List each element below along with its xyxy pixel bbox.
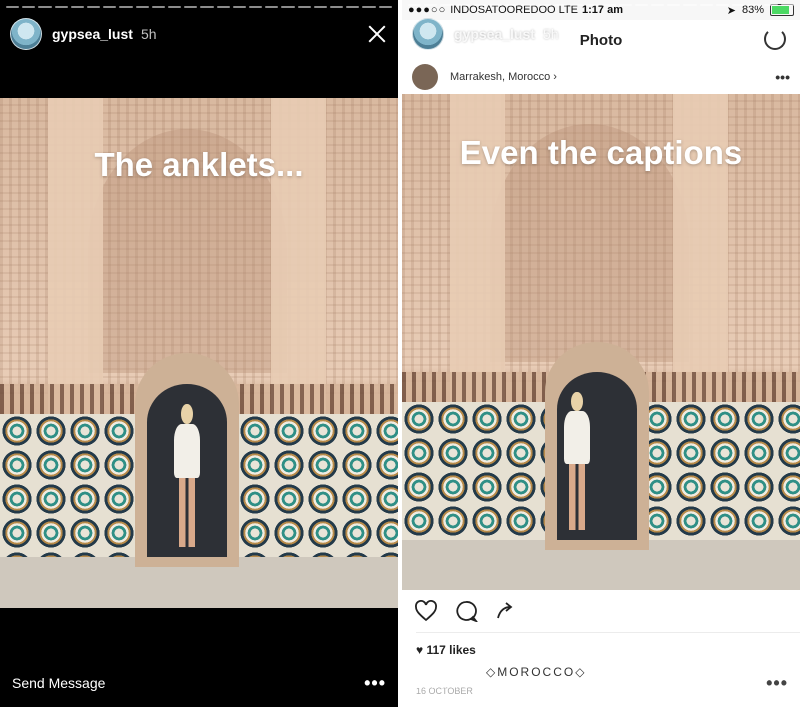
separator — [416, 632, 800, 633]
progress-segment — [70, 6, 85, 8]
progress-segment — [715, 4, 730, 6]
story-progress-bar — [408, 4, 794, 6]
post-photo[interactable]: Even the captions — [402, 94, 800, 590]
progress-segment — [667, 4, 681, 6]
status-bar: ●●●○○ INDOSATOOREDOO LTE 1:17 am ➤ 83% — [402, 0, 800, 20]
progress-segment — [6, 6, 20, 8]
send-message-button[interactable]: Send Message — [12, 675, 105, 691]
more-options-icon[interactable]: ••• — [766, 673, 788, 694]
progress-segment — [216, 6, 230, 8]
story-username[interactable]: gypsea_lust — [52, 26, 133, 42]
story-photo[interactable]: The anklets... — [0, 98, 398, 608]
progress-segment — [87, 6, 101, 8]
post-location-row: Marrakesh, Morocco › ••• — [412, 62, 790, 92]
progress-segment — [168, 6, 182, 8]
progress-segment — [489, 4, 503, 6]
story-panel-left: gypsea_lust 5h The anklets... Send Messa… — [0, 0, 398, 707]
progress-segment — [748, 4, 762, 6]
story-header: gypsea_lust 5h — [10, 18, 388, 50]
story-caption: Even the captions — [459, 134, 743, 171]
progress-segment — [330, 6, 344, 8]
progress-segment — [378, 6, 392, 8]
progress-segment — [456, 4, 470, 6]
avatar[interactable] — [412, 64, 438, 90]
progress-segment — [537, 4, 551, 6]
progress-segment — [634, 4, 649, 6]
progress-segment — [472, 4, 487, 6]
progress-segment — [184, 6, 198, 8]
post-actions — [414, 600, 518, 622]
share-icon[interactable] — [494, 600, 518, 622]
send-message-bar: Send Message ••• — [12, 673, 386, 693]
progress-segment — [346, 6, 360, 8]
story-username[interactable]: gypsea_lust — [454, 26, 535, 42]
send-message-button[interactable]: Send Message — [414, 675, 507, 691]
progress-segment — [103, 6, 117, 8]
progress-segment — [22, 6, 36, 8]
story-time: 5h — [140, 26, 157, 42]
progress-segment — [505, 4, 519, 6]
progress-segment — [119, 6, 133, 8]
story-header-overlay: gypsea_lust 5h — [412, 18, 790, 50]
progress-segment — [281, 6, 295, 8]
progress-segment — [651, 4, 665, 6]
post-more-icon[interactable]: ••• — [775, 69, 790, 85]
location-link[interactable]: Marrakesh, Morocco › — [450, 71, 557, 83]
progress-segment — [54, 6, 68, 8]
progress-segment — [521, 4, 535, 6]
more-options-icon[interactable]: ••• — [364, 673, 386, 694]
progress-segment — [135, 6, 149, 8]
woman-figure — [171, 404, 203, 547]
progress-segment — [362, 6, 376, 8]
progress-segment — [586, 4, 600, 6]
progress-segment — [297, 6, 311, 8]
progress-segment — [440, 4, 454, 6]
progress-segment — [570, 4, 584, 6]
progress-segment — [313, 6, 328, 8]
progress-segment — [764, 4, 778, 6]
comment-icon[interactable] — [454, 600, 478, 622]
story-caption: The anklets... — [94, 146, 304, 183]
heart-icon[interactable] — [414, 600, 438, 622]
woman-figure — [561, 391, 593, 531]
story-progress-bar — [6, 6, 392, 8]
close-icon[interactable] — [366, 23, 388, 45]
progress-segment — [732, 4, 746, 6]
progress-segment — [553, 4, 568, 6]
progress-segment — [683, 4, 697, 6]
progress-segment — [602, 4, 616, 6]
progress-segment — [408, 4, 422, 6]
progress-segment — [424, 4, 438, 6]
story-time: 5h — [542, 26, 559, 42]
progress-segment — [200, 6, 214, 8]
progress-segment — [780, 4, 794, 6]
likes-count[interactable]: ♥ 117 likes — [416, 643, 476, 657]
progress-segment — [618, 4, 632, 6]
progress-segment — [265, 6, 279, 8]
progress-segment — [38, 6, 52, 8]
post-panel-right: ●●●○○ INDOSATOOREDOO LTE 1:17 am ➤ 83% P… — [402, 0, 800, 707]
avatar[interactable] — [10, 18, 42, 50]
avatar[interactable] — [412, 18, 444, 50]
progress-segment — [699, 4, 713, 6]
send-message-bar: Send Message ••• — [414, 673, 788, 693]
progress-segment — [249, 6, 263, 8]
progress-segment — [151, 6, 166, 8]
progress-segment — [232, 6, 247, 8]
